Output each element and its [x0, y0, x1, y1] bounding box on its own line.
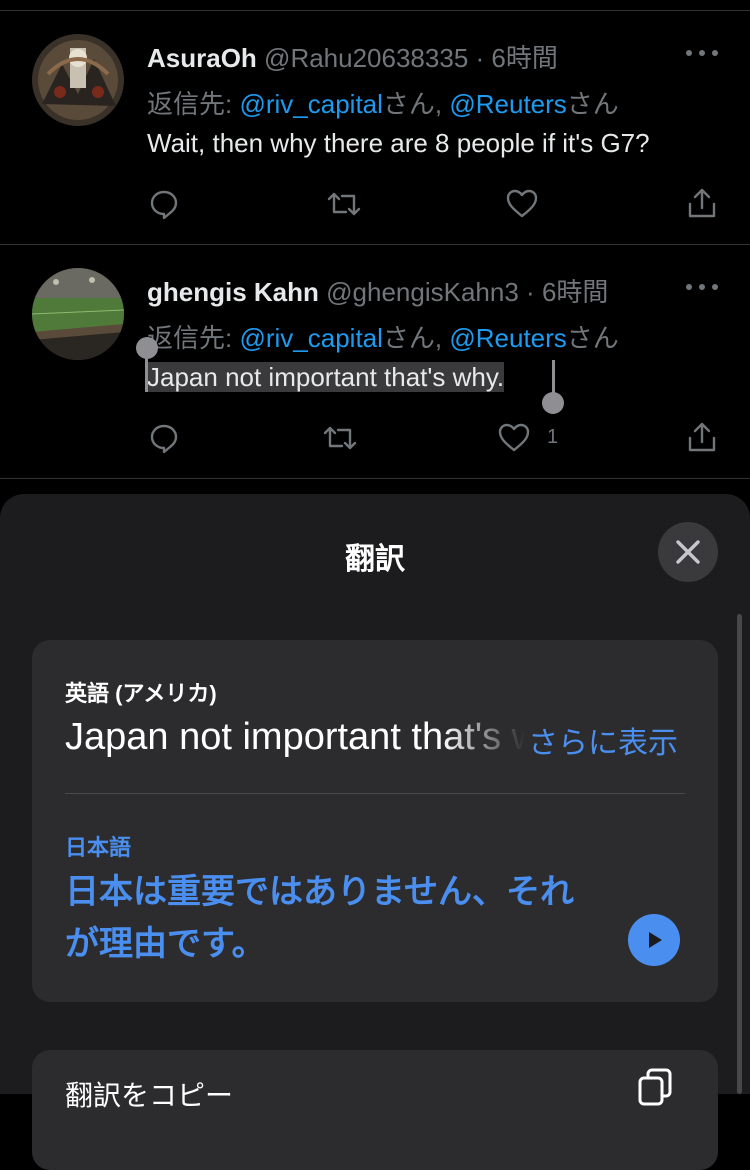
separator-dot: · [475, 43, 485, 73]
top-divider [0, 10, 750, 11]
timestamp[interactable]: 6時間 [542, 277, 608, 307]
translation-sheet: 翻訳 英語 (アメリカ) Japan not important that's … [0, 494, 750, 1170]
mention-link[interactable]: @Reuters [449, 323, 566, 353]
source-text: Japan not important that's why. [65, 716, 525, 758]
tweet-divider [0, 478, 750, 479]
source-language-label: 英語 (アメリカ) [65, 681, 217, 706]
reply-suffix: さん [566, 89, 619, 119]
share-icon[interactable] [686, 186, 718, 220]
display-name[interactable]: AsuraOh [147, 43, 257, 73]
mention-link[interactable]: @riv_capital [239, 323, 382, 353]
reply-icon[interactable] [148, 188, 180, 220]
selection-end-handle[interactable] [542, 392, 564, 414]
selection-end-caret [552, 360, 555, 396]
target-language-label: 日本語 [65, 835, 132, 860]
play-icon [649, 932, 662, 948]
user-handle[interactable]: @ghengisKahn3 [326, 277, 519, 307]
show-more-link[interactable]: さらに表示 [528, 718, 678, 762]
reply-context: 返信先: @riv_capitalさん, @Reutersさん [147, 84, 619, 121]
scrollbar[interactable] [737, 614, 742, 1094]
copy-translation-label: 翻訳をコピー [65, 1080, 234, 1111]
reply-suffix: さん, [382, 89, 450, 119]
reply-context: 返信先: @riv_capitalさん, @Reutersさん [147, 318, 619, 355]
mention-link[interactable]: @Reuters [449, 89, 566, 119]
heart-icon[interactable] [505, 188, 539, 220]
like-count: 1 [547, 426, 559, 448]
reply-prefix: 返信先: [147, 323, 240, 353]
retweet-icon[interactable] [322, 422, 358, 454]
separator-dot: · [526, 277, 535, 307]
timestamp[interactable]: 6時間 [491, 43, 557, 73]
selected-text[interactable]: Japan not important that's why. [147, 362, 505, 392]
copy-translation-card[interactable]: 翻訳をコピー [32, 1050, 718, 1170]
translated-text: 日本は重要ではありません、それが理由です。 [65, 873, 574, 963]
tweet-text-selected[interactable]: Japan not important that's why. [147, 362, 505, 393]
reply-icon[interactable] [148, 422, 180, 454]
more-dots-icon[interactable] [686, 46, 718, 60]
close-button[interactable] [658, 522, 718, 582]
more-dots-icon[interactable] [686, 280, 718, 294]
user-handle[interactable]: @Rahu20638335 [264, 43, 468, 73]
reply-prefix: 返信先: [147, 89, 240, 119]
selection-start-caret [145, 356, 148, 392]
card-divider [65, 793, 685, 794]
avatar[interactable] [32, 34, 124, 126]
avatar[interactable] [32, 268, 124, 360]
retweet-icon[interactable] [326, 188, 362, 220]
share-icon[interactable] [686, 420, 718, 454]
reply-suffix: さん [566, 323, 619, 353]
heart-icon[interactable] [497, 422, 531, 454]
display-name[interactable]: ghengis Kahn [147, 277, 319, 307]
reply-suffix: さん, [382, 323, 450, 353]
tweet-text: Wait, then why there are 8 people if it'… [147, 128, 650, 158]
tweet-header: ghengis Kahn @ghengisKahn3 · 6時間 [147, 272, 608, 309]
play-audio-button[interactable] [628, 914, 680, 966]
tweet-header: AsuraOh @Rahu20638335 · 6時間 [147, 38, 558, 75]
copy-icon [638, 1068, 672, 1106]
tweet-divider [0, 244, 750, 245]
close-icon [676, 540, 700, 564]
mention-link[interactable]: @riv_capital [239, 89, 382, 119]
translation-card: 英語 (アメリカ) Japan not important that's why… [32, 640, 718, 1002]
sheet-title: 翻訳 [345, 543, 405, 576]
